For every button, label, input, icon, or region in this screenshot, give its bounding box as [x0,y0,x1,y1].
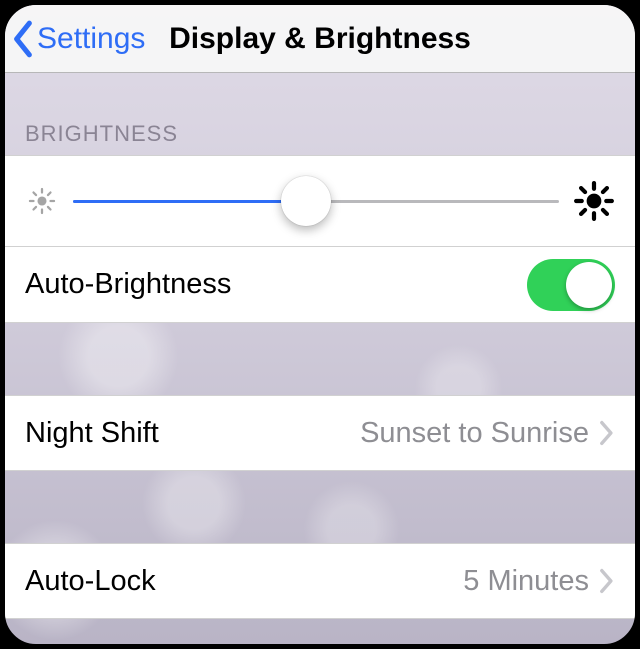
chevron-right-icon [599,420,615,446]
auto-lock-value: 5 Minutes [463,565,589,598]
toggle-knob [566,262,612,308]
sun-low-icon [25,184,59,218]
settings-screen: Settings Display & Brightness BRIGHTNESS… [0,0,640,649]
night-shift-label: Night Shift [25,417,360,450]
auto-lock-row[interactable]: Auto-Lock 5 Minutes [5,543,635,619]
section-gap [5,471,635,543]
night-shift-value: Sunset to Sunrise [360,417,589,450]
auto-lock-group: Auto-Lock 5 Minutes [5,543,635,619]
brightness-group: Auto-Brightness [5,155,635,323]
night-shift-row[interactable]: Night Shift Sunset to Sunrise [5,395,635,471]
back-label: Settings [37,22,145,56]
sun-high-icon [573,180,615,222]
brightness-slider-row [5,155,635,247]
section-gap [5,323,635,395]
navbar: Settings Display & Brightness [5,5,635,73]
night-shift-group: Night Shift Sunset to Sunrise [5,395,635,471]
brightness-slider[interactable] [73,176,559,226]
section-header-brightness: BRIGHTNESS [5,73,635,155]
back-button[interactable]: Settings [11,5,145,72]
auto-lock-label: Auto-Lock [25,565,463,598]
slider-thumb[interactable] [281,176,331,226]
auto-brightness-toggle[interactable] [527,259,615,311]
chevron-left-icon [11,20,35,58]
slider-track-fill [73,200,306,203]
page-title: Display & Brightness [169,22,471,56]
auto-brightness-label: Auto-Brightness [25,268,527,301]
auto-brightness-row: Auto-Brightness [5,247,635,323]
chevron-right-icon [599,568,615,594]
